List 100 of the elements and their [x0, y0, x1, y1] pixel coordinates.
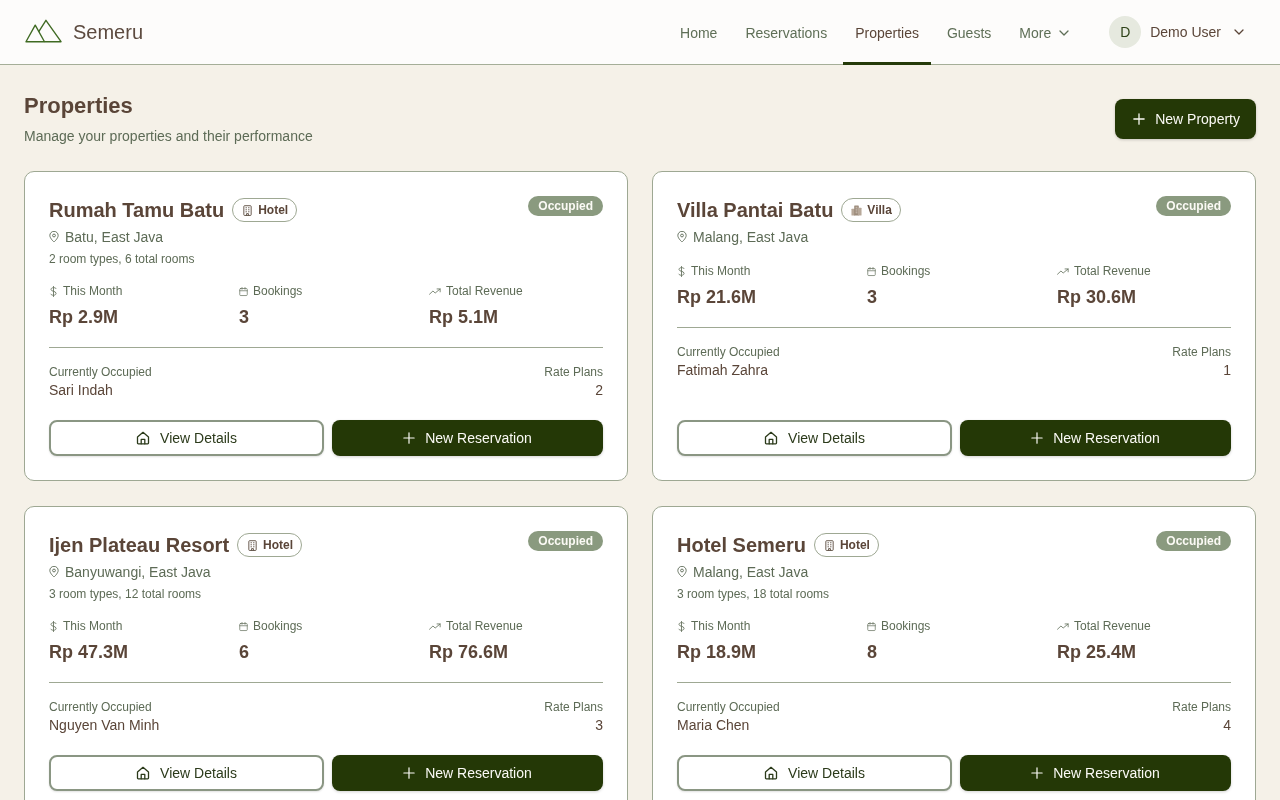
stat-label: Bookings [881, 618, 931, 634]
stat-label: Bookings [253, 283, 303, 299]
status-pill: Occupied [528, 196, 603, 216]
property-location: Malang, East Java [693, 228, 809, 247]
status-pill: Occupied [1156, 196, 1231, 216]
house-icon [764, 431, 779, 445]
stat-label: This Month [691, 263, 751, 279]
dollar-icon [677, 265, 686, 277]
new-reservation-button[interactable]: New Reservation [960, 755, 1231, 791]
building-icon [823, 539, 835, 551]
stat-label: Bookings [881, 263, 931, 279]
rate-plans-count: 4 [1223, 716, 1231, 735]
view-details-button[interactable]: View Details [677, 420, 952, 456]
stat-value: Rp 76.6M [429, 641, 510, 664]
trend-up-icon [1057, 622, 1069, 630]
rate-plans-label: Rate Plans [544, 699, 603, 715]
house-icon [136, 431, 151, 445]
stat-label: This Month [63, 618, 123, 634]
occupant-name: Sari Indah [49, 381, 113, 400]
page-title: Properties [24, 92, 134, 120]
plus-icon [403, 767, 416, 779]
user-avatar[interactable]: D [1109, 16, 1142, 48]
rate-plans-count: 2 [595, 381, 603, 400]
stat-value: 3 [867, 286, 878, 309]
stat-value: Rp 47.3M [49, 641, 130, 664]
occupant-name: Nguyen Van Minh [49, 716, 160, 735]
location-pin-icon [49, 566, 59, 578]
nav-tab[interactable]: Guests [934, 0, 1004, 65]
status-pill: Occupied [528, 531, 603, 551]
stat-value: 3 [239, 306, 250, 329]
view-details-button[interactable]: View Details [677, 755, 952, 791]
stat-label: This Month [63, 283, 123, 299]
calendar-icon [239, 620, 248, 632]
view-details-button[interactable]: View Details [49, 420, 324, 456]
stat-value: 6 [239, 641, 250, 664]
calendar-icon [867, 265, 876, 277]
occupant-label: Currently Occupied [49, 699, 152, 715]
nav-tab[interactable]: Reservations [733, 0, 840, 65]
location-pin-icon [49, 231, 59, 243]
stat-label: Total Revenue [446, 618, 523, 634]
stat-label: This Month [691, 618, 751, 634]
property-name: Ijen Plateau Resort [49, 533, 230, 558]
rate-plans-label: Rate Plans [544, 364, 603, 380]
building-icon [242, 204, 254, 216]
view-details-button[interactable]: View Details [49, 755, 324, 791]
house-icon [136, 766, 151, 780]
property-type-label: Hotel [839, 538, 870, 552]
user-name[interactable]: Demo User [1150, 24, 1221, 40]
occupant-label: Currently Occupied [677, 699, 780, 715]
nav-tab[interactable]: Home [668, 0, 730, 65]
plus-icon [403, 432, 416, 444]
stat-value: Rp 30.6M [1057, 286, 1138, 309]
room-summary: 3 room types, 12 total rooms [49, 586, 203, 602]
property-location: Malang, East Java [693, 563, 809, 582]
new-property-button[interactable]: New Property [1115, 99, 1256, 139]
room-summary: 3 room types, 18 total rooms [677, 586, 831, 602]
nav-tab[interactable]: More [1007, 0, 1082, 65]
plus-icon [1031, 432, 1044, 444]
status-pill: Occupied [1156, 531, 1231, 551]
stat-value: Rp 2.9M [49, 306, 119, 329]
location-pin-icon [677, 231, 687, 243]
occupant-name: Fatimah Zahra [677, 361, 769, 380]
app-name: Semeru [73, 20, 144, 44]
house-icon [764, 766, 779, 780]
nav-tab[interactable]: Properties [843, 0, 931, 65]
rate-plans-label: Rate Plans [1172, 699, 1231, 715]
property-name: Hotel Semeru [677, 533, 806, 558]
buildings-icon [851, 204, 863, 216]
new-reservation-button[interactable]: New Reservation [960, 420, 1231, 456]
page-subtitle: Manage your properties and their performance [24, 127, 313, 146]
calendar-icon [239, 285, 248, 297]
new-reservation-button[interactable]: New Reservation [332, 755, 603, 791]
building-icon [247, 539, 259, 551]
stat-label: Bookings [253, 618, 303, 634]
occupant-label: Currently Occupied [49, 364, 152, 380]
chevron-down-icon[interactable] [1234, 29, 1244, 35]
stat-value: Rp 5.1M [429, 306, 499, 329]
property-location: Banyuwangi, East Java [65, 563, 211, 582]
plus-icon [1031, 767, 1044, 779]
mountain-logo-icon [25, 19, 62, 43]
trend-up-icon [429, 622, 441, 630]
stat-label: Total Revenue [446, 283, 523, 299]
property-type-label: Hotel [258, 203, 289, 217]
stat-label: Total Revenue [1074, 618, 1151, 634]
room-summary: 2 room types, 6 total rooms [49, 251, 196, 267]
stat-label: Total Revenue [1074, 263, 1151, 279]
plus-icon [1133, 113, 1146, 125]
chevron-down-icon [1059, 29, 1070, 36]
property-type-label: Villa [867, 203, 892, 217]
rate-plans-count: 1 [1223, 361, 1231, 380]
calendar-icon [867, 620, 876, 632]
new-reservation-button[interactable]: New Reservation [332, 420, 603, 456]
stat-value: Rp 21.6M [677, 286, 758, 309]
property-name: Villa Pantai Batu [677, 198, 834, 223]
stat-value: Rp 25.4M [1057, 641, 1138, 664]
location-pin-icon [677, 566, 687, 578]
rate-plans-count: 3 [595, 716, 603, 735]
property-location: Batu, East Java [65, 228, 164, 247]
property-name: Rumah Tamu Batu [49, 198, 225, 223]
trend-up-icon [1057, 267, 1069, 275]
